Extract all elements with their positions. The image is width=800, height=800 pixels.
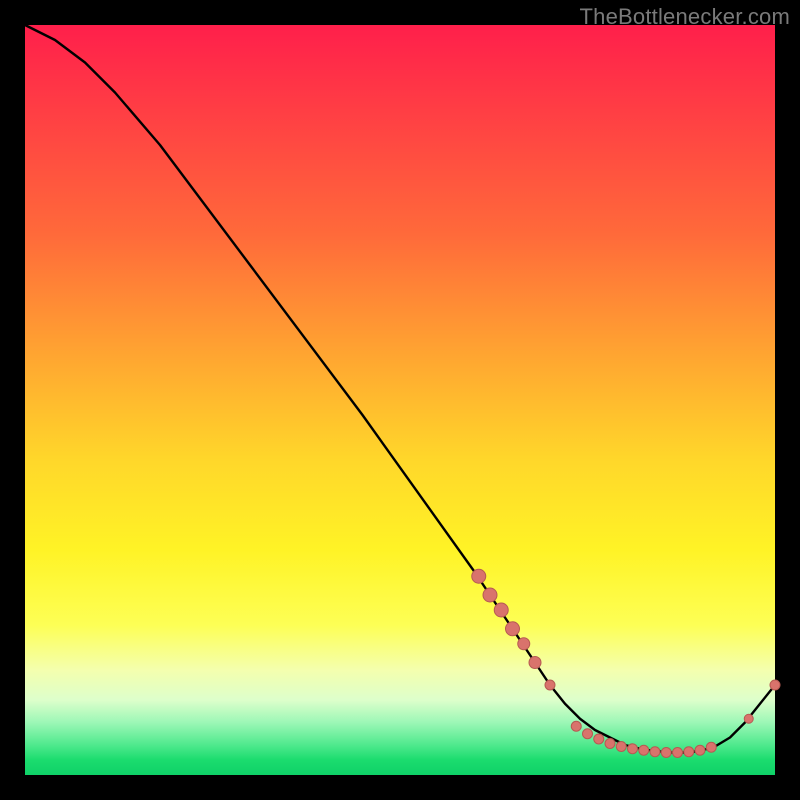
data-point (673, 748, 683, 758)
chart-frame: TheBottlenecker.com (0, 0, 800, 800)
chart-svg (25, 25, 775, 775)
data-point (529, 657, 541, 669)
data-point (494, 603, 508, 617)
data-point (661, 748, 671, 758)
data-point (706, 742, 716, 752)
series-line (25, 25, 775, 753)
data-point (770, 680, 780, 690)
data-point (571, 721, 581, 731)
data-point (695, 745, 705, 755)
data-point (650, 747, 660, 757)
plot-area (25, 25, 775, 775)
data-point (684, 747, 694, 757)
data-point (483, 588, 497, 602)
data-point (518, 638, 530, 650)
data-point (628, 744, 638, 754)
data-point (639, 745, 649, 755)
data-point (605, 739, 615, 749)
data-point (472, 569, 486, 583)
data-point (545, 680, 555, 690)
data-point (744, 714, 753, 723)
data-point (594, 734, 604, 744)
data-point (616, 742, 626, 752)
data-point (506, 622, 520, 636)
data-point (583, 729, 593, 739)
